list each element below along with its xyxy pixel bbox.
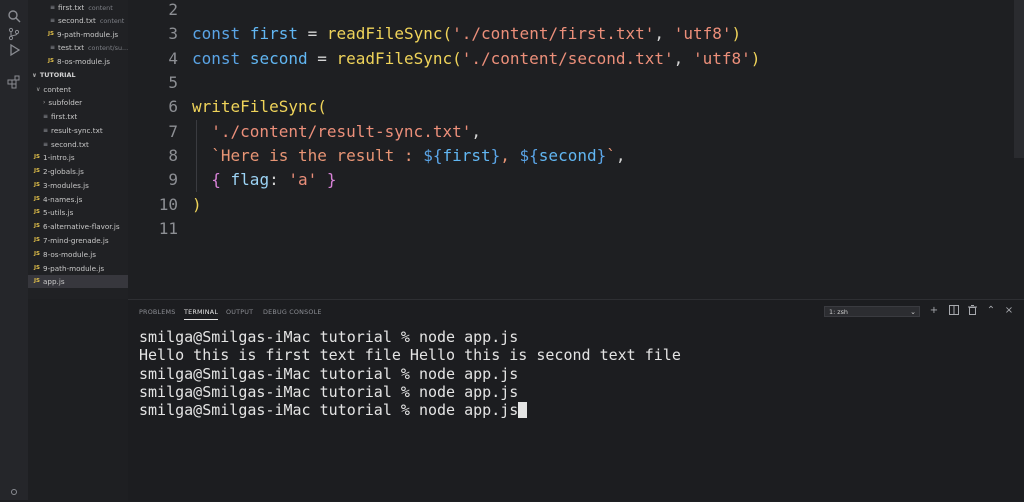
code-line-3: const first = readFileSync('./content/fi… <box>192 24 742 43</box>
activity-bar <box>0 0 28 500</box>
chevron-down-icon: ∨ <box>32 72 37 79</box>
file-item[interactable]: JS 6-alternative-flavor.js <box>28 220 128 233</box>
chevron-right-icon: › <box>43 99 46 106</box>
terminal-line: smilga@Smilgas-iMac tutorial % node app.… <box>139 383 519 401</box>
code-line-10: ) <box>192 195 202 214</box>
file-item[interactable]: JS 3-modules.js <box>28 179 128 192</box>
file-item[interactable]: JS 4-names.js <box>28 193 128 206</box>
open-editor-item[interactable]: JS 8-os-module.js <box>28 55 128 68</box>
tutorial-section-header[interactable]: ∨ TUTORIAL <box>28 69 128 82</box>
js-file-icon: JS <box>48 31 55 37</box>
line-number: 5 <box>168 73 178 92</box>
split-terminal-icon[interactable] <box>948 305 960 317</box>
js-file-icon: JS <box>34 251 41 257</box>
folder-item-subfolder[interactable]: › subfolder <box>28 96 128 109</box>
tab-debug-console[interactable]: DEBUG CONSOLE <box>263 308 322 316</box>
file-item[interactable]: ≡ second.txt <box>28 138 128 151</box>
js-file-icon: JS <box>34 265 41 271</box>
text-file-icon: ≡ <box>43 141 49 148</box>
file-item[interactable]: JS 7-mind-grenade.js <box>28 234 128 247</box>
line-number: 7 <box>168 122 178 141</box>
file-item[interactable]: JS 1-intro.js <box>28 151 128 164</box>
maximize-panel-icon[interactable]: ⌃ <box>985 305 997 317</box>
code-line-9: { flag: 'a' } <box>211 170 337 189</box>
chevron-down-icon: ∨ <box>36 86 41 93</box>
code-line-4: const second = readFileSync('./content/s… <box>192 49 761 68</box>
search-icon[interactable] <box>6 8 22 24</box>
extensions-icon[interactable] <box>6 74 22 90</box>
js-file-icon: JS <box>34 196 41 202</box>
tab-output[interactable]: OUTPUT <box>226 308 253 316</box>
file-item[interactable]: ≡ result-sync.txt <box>28 124 128 137</box>
terminal-line: smilga@Smilgas-iMac tutorial % node app.… <box>139 365 519 383</box>
line-number: 6 <box>168 97 178 116</box>
terminal-line: smilga@Smilgas-iMac tutorial % node app.… <box>139 328 519 346</box>
text-file-icon: ≡ <box>50 44 56 51</box>
text-file-icon: ≡ <box>50 17 56 24</box>
line-number: 2 <box>168 0 178 19</box>
explorer-sidebar: ≡ first.txt content ≡ second.txt content JS 9… <box>28 0 128 299</box>
file-item-selected[interactable]: JS app.js <box>28 275 128 288</box>
line-number: 4 <box>168 49 178 68</box>
js-file-icon: JS <box>34 154 41 160</box>
code-line-8: `Here is the result : ${first}, ${second… <box>211 146 626 165</box>
text-file-icon: ≡ <box>50 4 56 11</box>
open-editor-item[interactable]: ≡ test.txt content/su... <box>28 41 128 54</box>
open-editor-item[interactable]: ≡ second.txt content <box>28 14 128 27</box>
chevron-down-icon: ⌄ <box>910 308 916 316</box>
file-item[interactable]: JS 2-globals.js <box>28 165 128 178</box>
line-number: 11 <box>158 219 178 238</box>
js-file-icon: JS <box>48 58 55 64</box>
file-item[interactable]: JS 9-path-module.js <box>28 262 128 275</box>
source-control-icon[interactable] <box>6 26 22 42</box>
line-number: 9 <box>168 170 178 189</box>
line-number: 10 <box>158 195 178 214</box>
js-file-icon: JS <box>34 237 41 243</box>
terminal-line-current[interactable]: smilga@Smilgas-iMac tutorial % node app.… <box>139 401 528 419</box>
editor-scrollbar[interactable] <box>1014 0 1024 158</box>
code-line-6: writeFileSync( <box>192 97 327 116</box>
file-item[interactable]: JS 8-os-module.js <box>28 248 128 261</box>
tab-problems[interactable]: PROBLEMS <box>139 308 175 316</box>
js-file-icon: JS <box>34 168 41 174</box>
terminal-cursor <box>518 402 528 418</box>
js-file-icon: JS <box>34 223 41 229</box>
open-editor-item[interactable]: ≡ first.txt content <box>28 1 128 14</box>
tab-terminal[interactable]: TERMINAL <box>184 308 219 320</box>
trash-icon[interactable] <box>966 305 978 317</box>
run-debug-icon[interactable] <box>6 42 22 58</box>
code-line-7: './content/result-sync.txt', <box>211 122 481 141</box>
line-number: 8 <box>168 146 178 165</box>
js-file-icon: JS <box>34 182 41 188</box>
folder-item-content[interactable]: ∨ content <box>28 83 128 96</box>
js-file-icon: JS <box>34 278 41 284</box>
terminal-select[interactable]: 1: zsh ⌄ <box>824 306 920 317</box>
close-panel-icon[interactable]: × <box>1003 305 1015 317</box>
file-item[interactable]: ≡ first.txt <box>28 110 128 123</box>
text-file-icon: ≡ <box>43 127 49 134</box>
bottom-panel: PROBLEMS TERMINAL OUTPUT DEBUG CONSOLE 1… <box>128 299 1024 501</box>
terminal-line: Hello this is first text file Hello this… <box>139 346 681 364</box>
open-editor-item[interactable]: JS 9-path-module.js <box>28 28 128 41</box>
js-file-icon: JS <box>34 209 41 215</box>
line-number: 3 <box>168 24 178 43</box>
file-item[interactable]: JS 5-utils.js <box>28 206 128 219</box>
code-editor[interactable]: 2 3 4 5 6 7 8 9 10 11 const first = read… <box>128 0 1024 299</box>
new-terminal-icon[interactable]: + <box>928 305 940 317</box>
text-file-icon: ≡ <box>43 113 49 120</box>
